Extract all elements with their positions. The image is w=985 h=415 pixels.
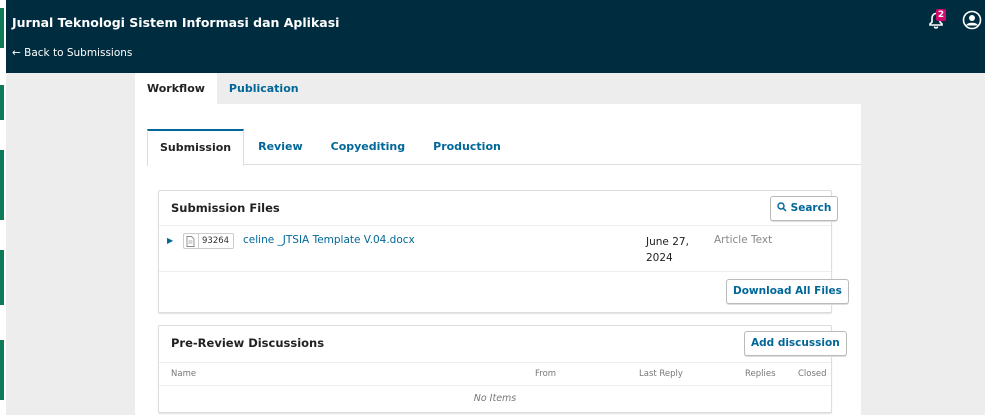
column-replies[interactable]: Replies	[745, 369, 776, 379]
column-last-reply[interactable]: Last Reply	[639, 369, 683, 379]
side-strip-mark	[0, 250, 4, 305]
file-type: Article Text	[714, 234, 773, 246]
submission-files-title: Submission Files	[171, 201, 280, 215]
file-id: 93264	[202, 236, 230, 246]
download-all-files-button[interactable]: Download All Files	[726, 279, 849, 304]
pre-review-discussions-title: Pre-Review Discussions	[171, 336, 325, 350]
side-strip-mark	[0, 150, 4, 220]
user-account-icon	[962, 10, 982, 30]
journal-title[interactable]: Jurnal Teknologi Sistem Informasi dan Ap…	[12, 15, 339, 30]
file-id-badge: 93264	[183, 233, 235, 249]
side-strip-mark	[0, 8, 4, 48]
side-strip-mark	[0, 340, 4, 400]
file-row: ▶ 93264 celine _JTSIA Template V.04.docx…	[159, 225, 831, 270]
tab-workflow[interactable]: Workflow	[135, 73, 217, 104]
search-files-label: Search	[790, 202, 832, 214]
expand-caret-icon[interactable]: ▶	[167, 236, 173, 245]
file-date: June 27, 2024	[646, 236, 689, 264]
tab-production[interactable]: Production	[419, 129, 515, 165]
side-strip-mark	[0, 85, 4, 120]
stage-tabs: Submission Review Copyediting Production	[147, 129, 861, 166]
file-id-divider	[198, 234, 199, 248]
add-discussion-button[interactable]: Add discussion	[744, 331, 847, 356]
tab-copyediting[interactable]: Copyediting	[317, 129, 420, 165]
back-to-submissions-link[interactable]: ← Back to Submissions	[12, 47, 132, 59]
notifications-button[interactable]: 2	[926, 9, 946, 30]
submission-files-footer: Download All Files	[159, 271, 849, 313]
top-tabs: Workflow Publication	[135, 73, 311, 104]
notification-count-badge: 2	[936, 9, 946, 21]
file-name-link[interactable]: celine _JTSIA Template V.04.docx	[243, 234, 415, 246]
column-closed[interactable]: Closed	[798, 369, 827, 379]
tab-review[interactable]: Review	[244, 129, 317, 165]
column-name[interactable]: Name	[171, 369, 196, 379]
discussions-table-header: Name From Last Reply Replies Closed	[159, 362, 831, 385]
search-icon	[777, 202, 787, 212]
workflow-card: Submission Review Copyediting Production…	[135, 104, 861, 415]
tab-publication[interactable]: Publication	[217, 73, 311, 104]
user-menu-button[interactable]	[962, 10, 982, 30]
column-from[interactable]: From	[535, 369, 556, 379]
search-files-button[interactable]: Search	[770, 196, 839, 221]
submission-files-panel: Submission Files Search ▶ 93264 celine _…	[158, 190, 849, 313]
pre-review-discussions-panel: Pre-Review Discussions Add discussion Na…	[158, 325, 847, 413]
app-header: Jurnal Teknologi Sistem Informasi dan Ap…	[6, 0, 985, 73]
document-icon	[186, 235, 195, 247]
empty-table-message: No Items	[159, 385, 831, 410]
tab-submission[interactable]: Submission	[147, 129, 245, 166]
